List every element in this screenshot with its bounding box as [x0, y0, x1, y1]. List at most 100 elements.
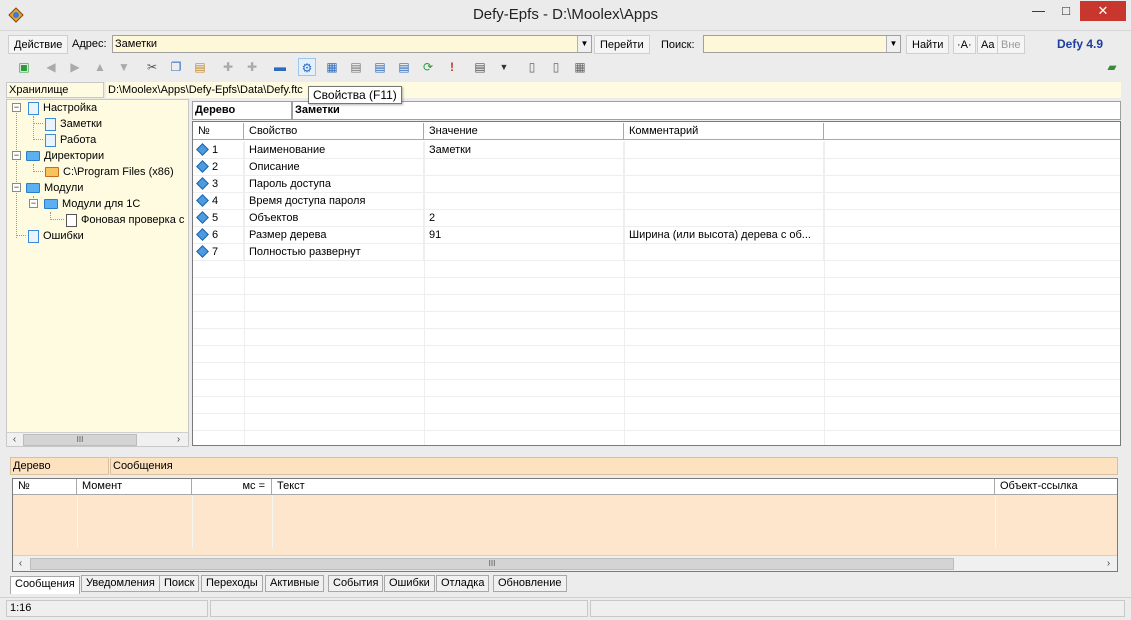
tree-node-modules-1c[interactable]: Модули для 1С — [44, 196, 140, 212]
doc3-icon[interactable]: ▤ — [395, 58, 413, 76]
grid-icon[interactable]: ▦ — [571, 58, 589, 76]
table-row[interactable]: 3 Пароль доступа — [193, 176, 1120, 193]
tab-notifications[interactable]: Уведомления — [81, 575, 160, 592]
row-number: 5 — [193, 210, 244, 227]
tab-messages[interactable]: Сообщения — [10, 576, 80, 594]
tree-scrollbar[interactable]: ‹ III › — [7, 432, 188, 446]
whole-word-toggle[interactable]: ·A· — [953, 35, 976, 54]
scroll-left-icon[interactable]: ‹ — [13, 557, 28, 571]
tab-tree[interactable]: Дерево — [192, 101, 292, 120]
scroll-right-icon[interactable]: › — [171, 433, 186, 446]
paste-icon[interactable]: ▤ — [191, 58, 209, 76]
value-cell[interactable] — [424, 176, 624, 193]
table-row[interactable]: 4 Время доступа пароля — [193, 193, 1120, 210]
up-icon[interactable]: ▲ — [91, 58, 109, 76]
properties-icon[interactable]: ⚙ — [298, 58, 316, 76]
match-case-toggle[interactable]: Aa — [977, 35, 999, 54]
tree-node-background-check[interactable]: Фоновая проверка с — [66, 212, 184, 228]
table-row[interactable]: 1 Наименование Заметки — [193, 142, 1120, 159]
comment-cell — [624, 142, 824, 159]
cut-icon[interactable]: ✂ — [143, 58, 161, 76]
tree-node-program-files[interactable]: C:\Program Files (x86) — [45, 164, 174, 180]
log-col-text[interactable]: Текст — [272, 479, 995, 495]
collapse-icon[interactable]: − — [29, 199, 38, 208]
tab-errors[interactable]: Ошибки — [384, 575, 435, 592]
split-h-icon[interactable]: ▯ — [547, 58, 565, 76]
search-combo[interactable]: ▼ — [703, 35, 901, 53]
doc2-icon[interactable]: ▤ — [371, 58, 389, 76]
tree-node-errors[interactable]: Ошибки — [28, 228, 84, 244]
col-header-comment[interactable]: Комментарий — [624, 123, 824, 140]
add-icon[interactable]: ✚ — [219, 58, 237, 76]
col-header-number[interactable]: № — [193, 123, 244, 140]
collapse-icon[interactable]: − — [12, 151, 21, 160]
value-cell[interactable] — [424, 159, 624, 176]
property-cell: Объектов — [244, 210, 424, 227]
storage-label: Хранилище — [6, 82, 104, 98]
forward-icon[interactable]: ▶ — [66, 58, 84, 76]
window-title: Defy-Epfs - D:\Moolex\Apps — [472, 6, 659, 23]
table-row[interactable]: 7 Полностью развернут — [193, 244, 1120, 261]
tree-node-work[interactable]: Работа — [45, 132, 96, 148]
scroll-right-icon[interactable]: › — [1101, 557, 1116, 571]
scroll-thumb[interactable]: III — [30, 558, 954, 570]
tab-debug[interactable]: Отладка — [436, 575, 490, 592]
maximize-button[interactable]: □ — [1052, 1, 1080, 21]
copy-icon[interactable]: ❐ — [167, 58, 185, 76]
go-button[interactable]: Перейти — [594, 35, 650, 54]
col-header-value[interactable]: Значение — [424, 123, 624, 140]
tab-notes[interactable]: Заметки — [292, 101, 1121, 120]
view-icon[interactable]: ▤ — [471, 58, 489, 76]
refresh-icon[interactable]: ⟳ — [419, 58, 437, 76]
action-menu-button[interactable]: Действие — [8, 35, 69, 54]
tab-active[interactable]: Активные — [265, 575, 325, 592]
table-row[interactable]: 2 Описание — [193, 159, 1120, 176]
table-icon[interactable]: ▦ — [323, 58, 341, 76]
back-icon[interactable]: ◀ — [42, 58, 60, 76]
log-col-moment[interactable]: Момент — [77, 479, 192, 495]
book-icon[interactable]: ▰ — [1103, 58, 1121, 76]
lower-tab-tree[interactable]: Дерево — [10, 457, 109, 475]
collapse-icon[interactable]: − — [12, 103, 21, 112]
dropdown-icon[interactable]: ▼ — [495, 58, 513, 76]
value-cell[interactable]: 2 — [424, 210, 624, 227]
table-row[interactable]: 5 Объектов 2 — [193, 210, 1120, 227]
table-row[interactable]: 6 Размер дерева 91 Ширина (или высота) д… — [193, 227, 1120, 244]
remove-icon[interactable]: ▬ — [271, 58, 289, 76]
tab-search[interactable]: Поиск — [159, 575, 200, 592]
down-icon[interactable]: ▼ — [115, 58, 133, 76]
tree-node-directories[interactable]: Директории — [26, 148, 104, 164]
tree-node-settings[interactable]: Настройка — [28, 100, 97, 116]
scroll-thumb[interactable]: III — [23, 434, 137, 446]
log-col-object[interactable]: Объект-ссылка — [995, 479, 1117, 495]
split-v-icon[interactable]: ▯ — [523, 58, 541, 76]
outside-toggle[interactable]: Вне — [997, 35, 1025, 54]
value-cell[interactable]: 91 — [424, 227, 624, 244]
chevron-down-icon[interactable]: ▼ — [577, 36, 591, 52]
log-scrollbar[interactable]: ‹ III › — [13, 555, 1117, 571]
tab-update[interactable]: Обновление — [493, 575, 567, 592]
value-cell[interactable]: Заметки — [424, 142, 624, 159]
minimize-button[interactable]: — — [1025, 1, 1052, 21]
folder-icon — [26, 151, 40, 162]
value-cell[interactable] — [424, 244, 624, 261]
value-cell[interactable] — [424, 193, 624, 210]
tree-node-modules[interactable]: Модули — [26, 180, 83, 196]
find-button[interactable]: Найти — [906, 35, 950, 54]
log-col-number[interactable]: № — [13, 479, 77, 495]
address-combo[interactable]: Заметки ▼ — [112, 35, 592, 53]
collapse-icon[interactable]: − — [12, 183, 21, 192]
doc-icon[interactable]: ▤ — [347, 58, 365, 76]
new-icon[interactable]: ▣ — [15, 58, 33, 76]
close-button[interactable]: ✕ — [1080, 1, 1126, 21]
add-child-icon[interactable]: ✚ — [243, 58, 261, 76]
alert-icon[interactable]: ! — [443, 58, 461, 76]
tab-events[interactable]: События — [328, 575, 384, 592]
tab-transitions[interactable]: Переходы — [201, 575, 263, 592]
tree-node-notes[interactable]: Заметки — [45, 116, 102, 132]
col-header-property[interactable]: Свойство — [244, 123, 424, 140]
chevron-down-icon[interactable]: ▼ — [886, 36, 900, 52]
lower-tab-messages[interactable]: Сообщения — [110, 457, 1118, 475]
log-col-ms[interactable]: мс = — [192, 479, 272, 495]
scroll-left-icon[interactable]: ‹ — [7, 433, 22, 446]
